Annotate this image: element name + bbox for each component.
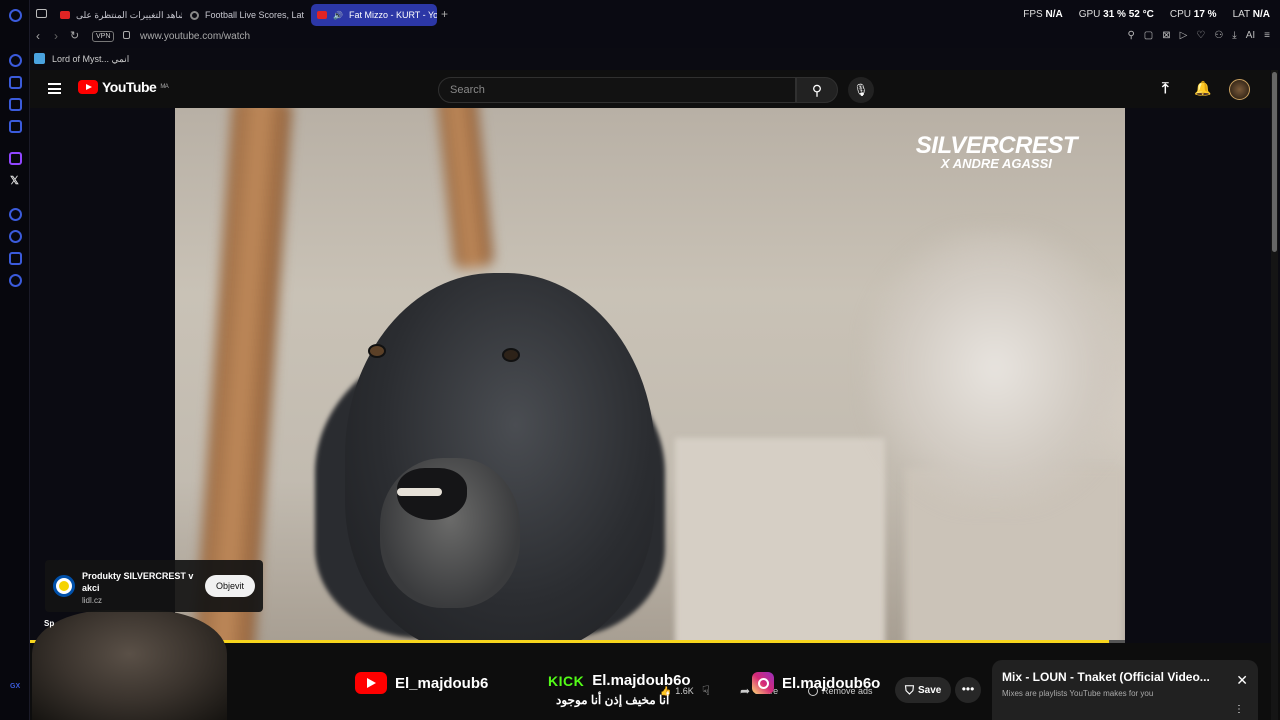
notifications-bell-icon[interactable]: 🔔 xyxy=(1194,80,1211,97)
address-bar: ‹ › ↻ VPN www.youtube.com/watch ⚲ ▢ ⊠ ▷ … xyxy=(30,28,1280,48)
youtube-logo[interactable]: YouTube MA xyxy=(78,79,169,95)
extensions-icon[interactable] xyxy=(9,252,22,265)
search-input[interactable]: Search xyxy=(438,77,796,103)
discord-icon[interactable] xyxy=(9,98,22,111)
video-dog-teeth xyxy=(397,488,442,496)
aria-ai-icon[interactable]: AI xyxy=(1246,30,1255,41)
streamer-webcam xyxy=(32,610,227,720)
video-cat xyxy=(865,228,1125,508)
silvercrest-logo: SILVERCREST X ANDRE AGASSI xyxy=(915,132,1078,171)
page-scrollbar[interactable] xyxy=(1271,70,1278,720)
tab-football-scores[interactable]: Football Live Scores, Late xyxy=(184,4,304,26)
voice-search-button[interactable]: 🎙 xyxy=(848,77,874,103)
forward-icon[interactable]: › xyxy=(54,29,58,43)
mix-title[interactable]: Mix - LOUN - Tnaket (Official Video... xyxy=(1002,670,1227,684)
x-twitter-icon[interactable]: 𝕏 xyxy=(10,174,19,187)
messenger-icon[interactable] xyxy=(9,120,22,133)
opera-menu-icon[interactable] xyxy=(9,9,22,22)
more-actions-button[interactable]: ••• xyxy=(955,677,981,703)
settings-icon[interactable] xyxy=(9,274,22,287)
vpn-badge[interactable]: VPN xyxy=(92,31,115,42)
tab-overview-icon[interactable] xyxy=(36,9,47,18)
bookmark-favicon-icon xyxy=(34,53,45,64)
twitch-icon[interactable] xyxy=(9,152,22,165)
social-kick: KICK El.majdoub6o xyxy=(548,672,691,689)
more-vertical-icon[interactable]: ⋮ xyxy=(1234,704,1244,715)
ad-url: lidl.cz xyxy=(82,596,103,605)
tab-bar: شاهد التغييرات المنتظرة على Football Liv… xyxy=(30,0,1280,30)
avatar[interactable] xyxy=(1229,79,1250,100)
dislike-button[interactable]: ☟ xyxy=(702,680,710,702)
gx-control-icon[interactable] xyxy=(9,54,22,67)
youtube-icon xyxy=(355,672,387,694)
player-icon[interactable]: ▷ xyxy=(1180,30,1188,41)
bookmarks-bar: Lord of Myst... انمي xyxy=(30,50,1280,68)
lidl-logo-icon xyxy=(53,575,75,597)
search-button[interactable]: ⚲ xyxy=(796,77,838,103)
video-player[interactable]: SILVERCREST X ANDRE AGASSI xyxy=(175,108,1125,640)
share-icon: ➦ xyxy=(740,684,751,698)
save-button[interactable]: ⛉ Save xyxy=(895,677,952,703)
mix-subtitle: Mixes are playlists YouTube makes for yo… xyxy=(1002,689,1154,698)
lock-icon xyxy=(123,31,130,39)
browser-sidebar: 𝕏 GX xyxy=(0,0,30,720)
kick-icon: KICK xyxy=(548,672,585,689)
bookmark-icon: ⛉ xyxy=(905,682,915,697)
gx-performance-hud: FPS N/A GPU 31 % 52 °C CPU 17 % LAT N/A xyxy=(1023,9,1270,20)
more-horizontal-icon: ••• xyxy=(961,682,975,696)
back-icon[interactable]: ‹ xyxy=(36,29,40,43)
upload-icon[interactable]: ⤒ xyxy=(1162,80,1169,97)
tab-youtube-active[interactable]: 🔊 Fat Mizzo - KURT - Yo xyxy=(311,4,437,26)
close-icon[interactable]: ✕ xyxy=(1236,672,1248,689)
arabic-caption: أنا مخيف إذن أنا موجود xyxy=(556,693,670,707)
microphone-icon: 🎙 xyxy=(853,83,869,97)
menu-icon[interactable]: ≡ xyxy=(1264,30,1270,41)
history-icon[interactable] xyxy=(9,230,22,243)
reload-icon[interactable]: ↻ xyxy=(70,29,79,42)
video-dog-eye xyxy=(368,344,386,358)
ad-title[interactable]: Produkty SILVERCREST v akci xyxy=(82,570,202,594)
gx-label: GX xyxy=(10,683,21,690)
snapshot-icon[interactable]: ▢ xyxy=(1144,30,1153,41)
video-chair-leg xyxy=(435,108,495,270)
sponsored-label: Sp xyxy=(44,619,55,628)
youtube-favicon-icon xyxy=(60,11,70,19)
tab-arabic-news[interactable]: شاهد التغييرات المنتظرة على xyxy=(54,4,182,26)
pin-icon[interactable]: ⚲ xyxy=(1127,30,1134,41)
bookmark-lord-of-mysteries[interactable]: Lord of Myst... انمي xyxy=(52,54,129,65)
new-tab-button[interactable]: + xyxy=(441,7,448,21)
social-youtube: El_majdoub6 xyxy=(355,672,488,694)
youtube-favicon-icon xyxy=(317,11,327,19)
address-toolbar: ⚲ ▢ ⊠ ▷ ♡ ⚇ ⤓ AI ≡ xyxy=(1127,30,1270,41)
instagram-icon xyxy=(752,672,774,694)
url-field[interactable]: www.youtube.com/watch xyxy=(140,31,250,42)
video-box xyxy=(675,438,885,640)
thumbs-down-icon: ☟ xyxy=(702,683,710,698)
hamburger-menu-icon[interactable] xyxy=(48,83,61,94)
ad-card[interactable]: Produkty SILVERCREST v akci lidl.cz Obje… xyxy=(45,560,263,612)
download-icon[interactable]: ⤓ xyxy=(1232,30,1236,41)
speaker-icon: 🔊 xyxy=(333,10,343,20)
search-icon: ⚲ xyxy=(811,82,823,98)
mix-playlist-panel[interactable]: Mix - LOUN - Tnaket (Official Video... M… xyxy=(992,660,1258,720)
gx-corner-icon[interactable] xyxy=(9,76,22,89)
youtube-header: YouTube MA Search ⚲ 🎙 ⤒ 🔔 xyxy=(30,70,1270,108)
adblock-icon[interactable]: ⊠ xyxy=(1162,30,1170,41)
football-favicon-icon xyxy=(190,10,199,20)
video-dog-eye xyxy=(502,348,520,362)
youtube-play-icon xyxy=(78,80,98,94)
ad-cta-button[interactable]: Objevit xyxy=(205,575,255,597)
wallet-icon[interactable]: ⚇ xyxy=(1214,30,1223,41)
social-instagram: El.majdoub6o xyxy=(752,672,880,694)
bookmark-heart-icon[interactable]: ♡ xyxy=(1196,30,1205,41)
scrollbar-thumb[interactable] xyxy=(1272,72,1277,252)
player-icon[interactable] xyxy=(9,208,22,221)
